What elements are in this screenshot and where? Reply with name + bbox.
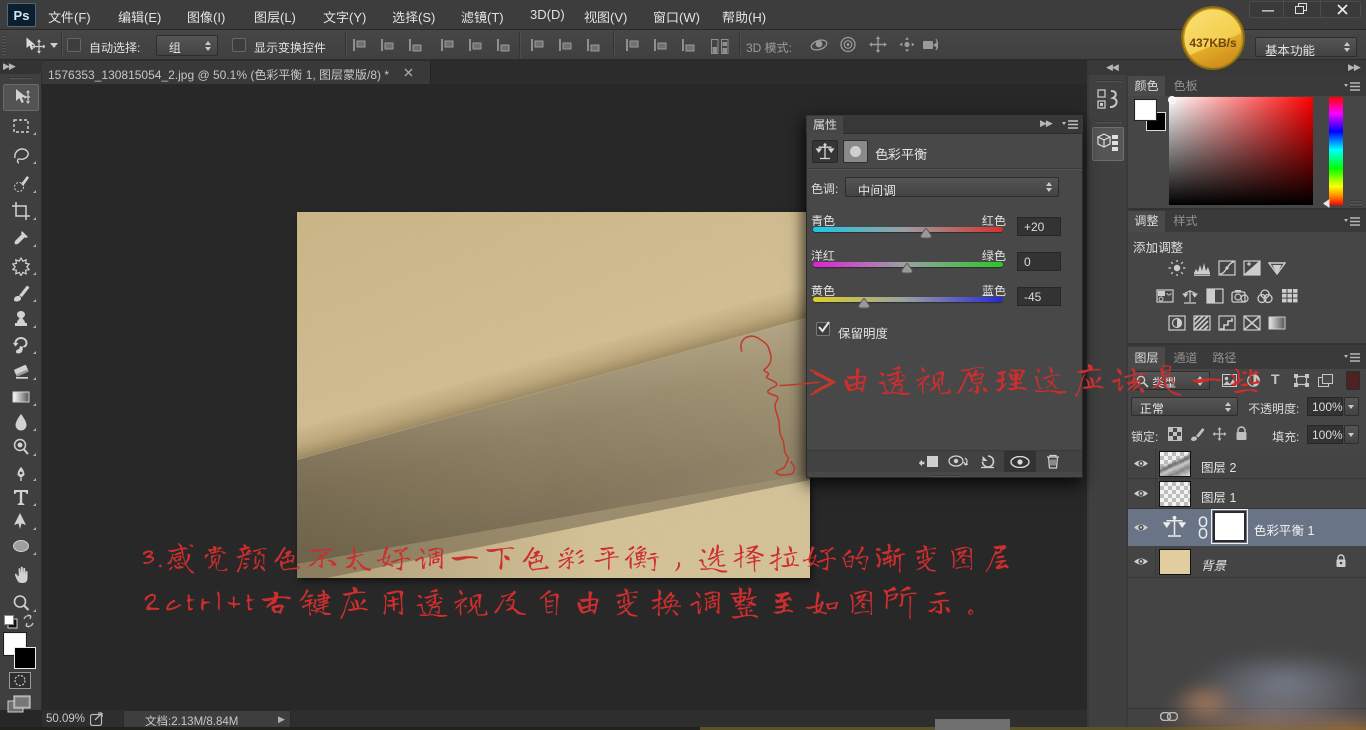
svg-text:437KB/s: 437KB/s	[1189, 36, 1237, 50]
